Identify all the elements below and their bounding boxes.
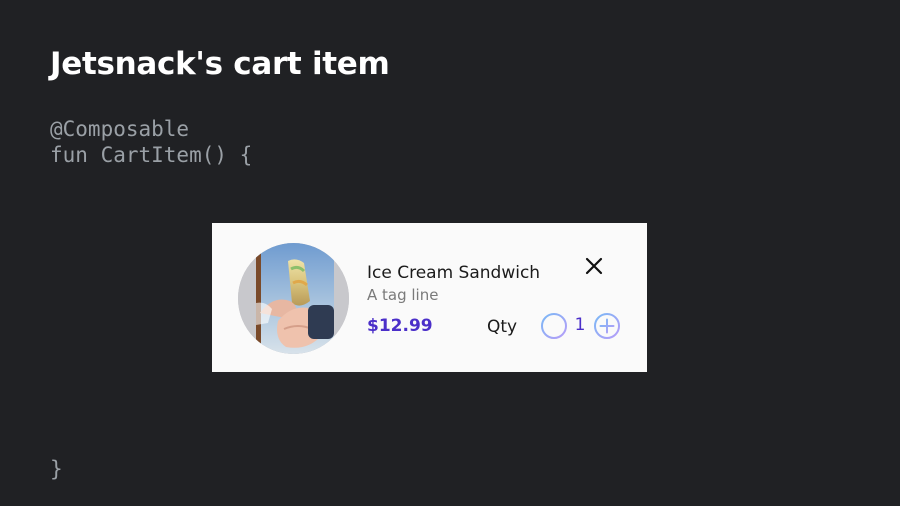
- code-closing-brace: }: [50, 457, 63, 481]
- slide-title: Jetsnack's cart item: [50, 46, 390, 82]
- ice-cream-sandwich-photo: [238, 243, 349, 354]
- remove-item-button[interactable]: [582, 254, 606, 278]
- item-tagline: A tag line: [367, 286, 439, 304]
- item-price: $12.99: [367, 316, 433, 336]
- code-function-signature: fun CartItem() {: [50, 143, 253, 167]
- quantity-value: 1: [574, 315, 586, 335]
- item-name: Ice Cream Sandwich: [367, 263, 541, 283]
- minus-circle-icon: [541, 313, 567, 339]
- code-annotation: @Composable: [50, 117, 190, 141]
- increase-quantity-button[interactable]: [593, 312, 621, 340]
- plus-circle-icon: [594, 313, 620, 339]
- quantity-label: Qty: [487, 317, 518, 337]
- cart-item-card: Ice Cream Sandwich A tag line $12.99 Qty…: [212, 223, 647, 372]
- close-icon: [585, 257, 603, 275]
- decrease-quantity-button[interactable]: [540, 312, 568, 340]
